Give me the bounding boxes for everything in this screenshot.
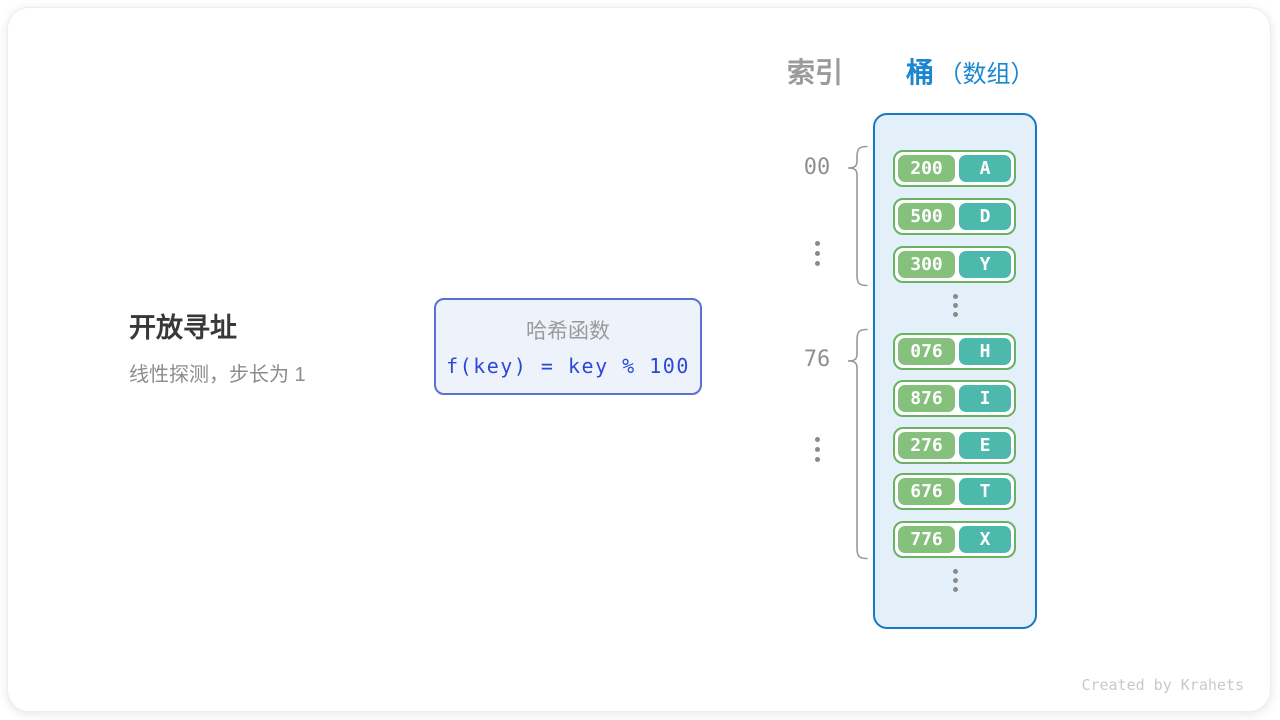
hash-function-box: 哈希函数 f(key) = key % 100 xyxy=(434,298,702,395)
bucket-ellipsis-icon xyxy=(875,294,1035,317)
bucket-entry: 076 H xyxy=(893,333,1016,370)
bucket-column-header: 桶 （数组） xyxy=(906,51,1034,91)
entry-key: 500 xyxy=(898,203,955,230)
bucket-entry: 276 E xyxy=(893,427,1016,464)
page-subtitle: 线性探测，步长为 1 xyxy=(129,360,306,390)
page-title: 开放寻址 xyxy=(129,309,237,347)
index-ellipsis-icon xyxy=(805,437,829,462)
index-label-00: 00 xyxy=(795,155,839,180)
bucket-header-word: 桶 xyxy=(906,57,934,88)
entry-key: 676 xyxy=(898,478,955,505)
entry-key: 076 xyxy=(898,338,955,365)
hash-function-label: 哈希函数 xyxy=(526,315,610,345)
watermark-credit: Created by Krahets xyxy=(1081,676,1244,694)
index-label-76: 76 xyxy=(795,347,839,372)
bucket-entry: 776 X xyxy=(893,521,1016,558)
bucket-header-note: （数组） xyxy=(938,61,1034,88)
bucket-array-container: 200 A 500 D 300 Y 076 H 876 I 276 E 676 … xyxy=(873,113,1037,629)
index-column-header: 索引 xyxy=(787,51,843,91)
entry-value: Y xyxy=(959,251,1011,278)
entry-key: 276 xyxy=(898,432,955,459)
entry-key: 300 xyxy=(898,251,955,278)
brace-icon-00 xyxy=(844,145,870,287)
entry-value: H xyxy=(959,338,1011,365)
brace-icon-76 xyxy=(844,328,870,560)
entry-value: T xyxy=(959,478,1011,505)
entry-value: D xyxy=(959,203,1011,230)
bucket-entry: 200 A xyxy=(893,150,1016,187)
entry-key: 876 xyxy=(898,385,955,412)
bucket-entry: 300 Y xyxy=(893,246,1016,283)
bucket-entry: 500 D xyxy=(893,198,1016,235)
entry-value: X xyxy=(959,526,1011,553)
bucket-entry: 676 T xyxy=(893,473,1016,510)
index-ellipsis-icon xyxy=(805,241,829,266)
diagram-card: 开放寻址 线性探测，步长为 1 哈希函数 f(key) = key % 100 … xyxy=(7,7,1271,712)
bucket-entry: 876 I xyxy=(893,380,1016,417)
entry-value: E xyxy=(959,432,1011,459)
entry-value: I xyxy=(959,385,1011,412)
entry-key: 200 xyxy=(898,155,955,182)
entry-value: A xyxy=(959,155,1011,182)
bucket-ellipsis-icon xyxy=(875,569,1035,592)
entry-key: 776 xyxy=(898,526,955,553)
hash-function-formula: f(key) = key % 100 xyxy=(446,354,690,378)
